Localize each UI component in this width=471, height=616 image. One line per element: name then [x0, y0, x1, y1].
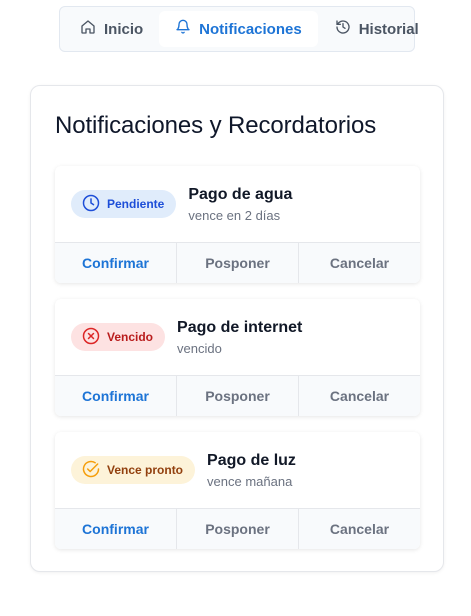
- tab-notificaciones[interactable]: Notificaciones: [159, 11, 318, 47]
- bell-icon: [175, 19, 191, 39]
- notifications-panel: Notificaciones y Recordatorios Pendiente…: [30, 85, 444, 572]
- badge-label: Vencido: [107, 330, 154, 344]
- postpone-button[interactable]: Posponer: [176, 243, 298, 283]
- card-subtitle: vence mañana: [207, 473, 293, 489]
- history-icon: [335, 19, 351, 39]
- tab-label: Historial: [358, 20, 419, 38]
- card-actions: Confirmar Posponer Cancelar: [55, 508, 420, 549]
- badge-label: Pendiente: [107, 197, 165, 211]
- badge-label: Vence pronto: [107, 463, 184, 477]
- card-actions: Confirmar Posponer Cancelar: [55, 242, 420, 283]
- clock-icon: [81, 193, 101, 216]
- card-title: Pago de agua: [188, 185, 293, 203]
- cancel-button[interactable]: Cancelar: [298, 243, 420, 283]
- postpone-button[interactable]: Posponer: [176, 509, 298, 549]
- status-badge: Vencido: [71, 323, 166, 351]
- notification-card: Vencido Pago de internet vencido Confirm…: [55, 299, 420, 416]
- page-title: Notificaciones y Recordatorios: [55, 112, 377, 139]
- confirm-button[interactable]: Confirmar: [55, 243, 176, 283]
- card-subtitle: vencido: [177, 340, 222, 356]
- home-icon: [80, 19, 96, 39]
- card-subtitle: vence en 2 días: [188, 207, 281, 223]
- card-title: Pago de luz: [207, 451, 296, 469]
- check-circle-icon: [81, 459, 101, 482]
- tab-historial[interactable]: Historial: [319, 11, 435, 47]
- top-nav: Inicio Notificaciones Historial: [59, 6, 419, 52]
- status-badge: Vence pronto: [71, 456, 196, 484]
- status-badge: Pendiente: [71, 190, 177, 218]
- card-title: Pago de internet: [177, 318, 303, 336]
- tab-label: Notificaciones: [199, 20, 302, 38]
- cancel-button[interactable]: Cancelar: [298, 509, 420, 549]
- tab-inicio[interactable]: Inicio: [64, 11, 159, 47]
- postpone-button[interactable]: Posponer: [176, 376, 298, 416]
- confirm-button[interactable]: Confirmar: [55, 376, 176, 416]
- confirm-button[interactable]: Confirmar: [55, 509, 176, 549]
- notification-card: Pendiente Pago de agua vence en 2 días C…: [55, 166, 420, 283]
- tab-label: Inicio: [104, 20, 144, 38]
- x-circle-icon: [81, 326, 101, 349]
- cancel-button[interactable]: Cancelar: [298, 376, 420, 416]
- notification-card: Vence pronto Pago de luz vence mañana Co…: [55, 432, 420, 549]
- card-actions: Confirmar Posponer Cancelar: [55, 375, 420, 416]
